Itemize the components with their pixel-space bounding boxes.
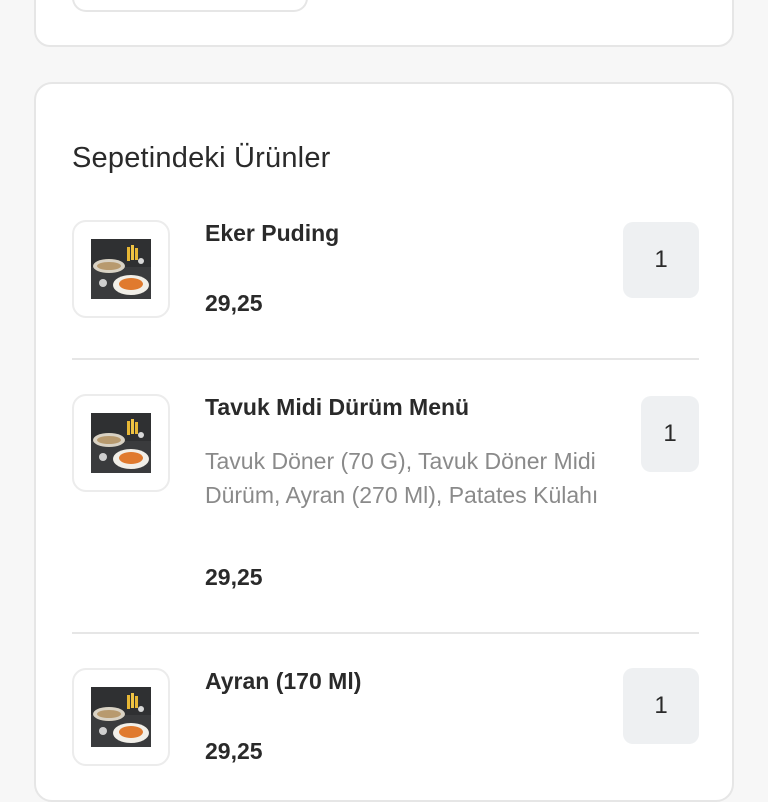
product-image[interactable] bbox=[72, 668, 170, 766]
cart-items-card: Sepetindeki Ürünler Eker Puding 29,25 1 bbox=[34, 82, 734, 802]
cart-title: Sepetindeki Ürünler bbox=[72, 142, 331, 174]
divider bbox=[72, 632, 699, 634]
cart-item[interactable]: Ayran (170 Ml) 29,25 1 bbox=[72, 668, 699, 768]
cart-item[interactable]: Tavuk Midi Dürüm Menü Tavuk Döner (70 G)… bbox=[72, 394, 699, 594]
product-name: Ayran (170 Ml) bbox=[205, 668, 362, 694]
quantity-selector[interactable]: 1 bbox=[623, 222, 699, 298]
product-name: Tavuk Midi Dürüm Menü bbox=[205, 394, 470, 420]
product-image[interactable] bbox=[72, 220, 170, 318]
previous-section-button[interactable] bbox=[72, 0, 308, 12]
product-description: Tavuk Döner (70 G), Tavuk Döner Midi Dür… bbox=[205, 448, 599, 508]
product-name: Eker Puding bbox=[205, 220, 340, 246]
previous-section-card bbox=[34, 0, 734, 47]
product-price: 29,25 bbox=[205, 564, 263, 590]
food-photo-icon bbox=[91, 687, 151, 747]
food-photo-icon bbox=[91, 239, 151, 299]
quantity-selector[interactable]: 1 bbox=[623, 668, 699, 744]
divider bbox=[72, 358, 699, 360]
product-price: 29,25 bbox=[205, 738, 263, 764]
food-photo-icon bbox=[91, 413, 151, 473]
product-price: 29,25 bbox=[205, 290, 263, 316]
product-image[interactable] bbox=[72, 394, 170, 492]
cart-item[interactable]: Eker Puding 29,25 1 bbox=[72, 220, 699, 320]
quantity-selector[interactable]: 1 bbox=[641, 396, 699, 472]
